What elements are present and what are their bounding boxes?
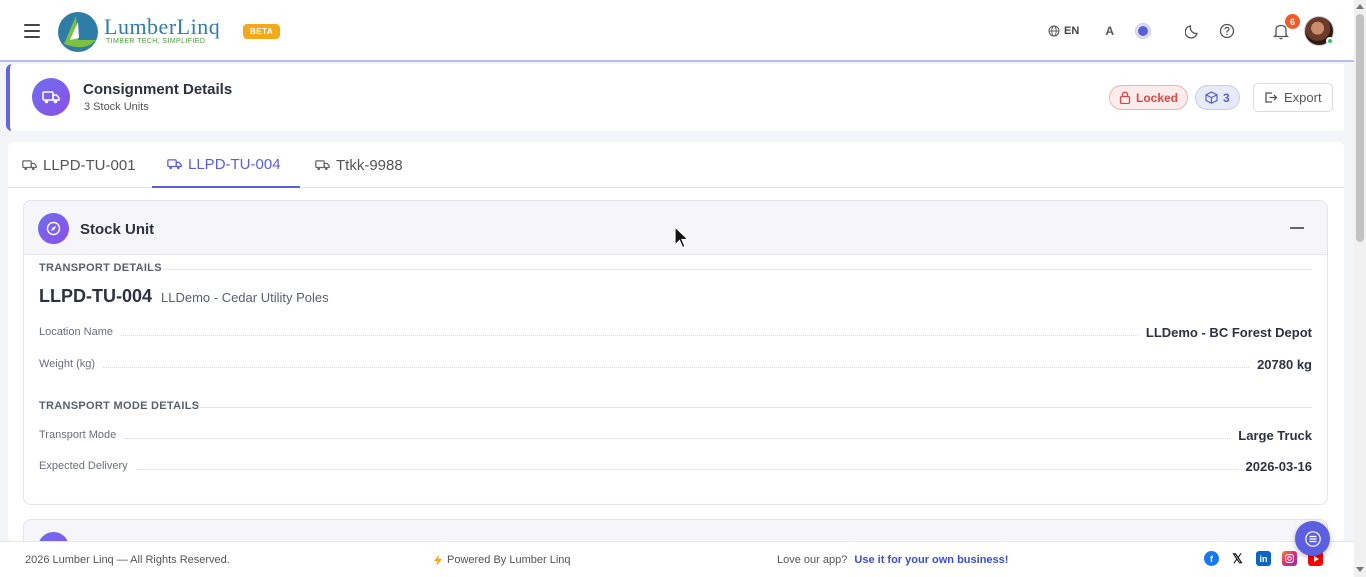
truck-icon bbox=[167, 159, 182, 170]
stock-units-panel: LLPD-TU-001 LLPD-TU-004 Ttkk-9988 Stock … bbox=[8, 142, 1344, 563]
transport-mode-label: Transport Mode bbox=[39, 429, 117, 441]
weight-value: 20780 kg bbox=[1257, 356, 1312, 372]
locked-badge: Locked bbox=[1109, 85, 1189, 110]
list-icon bbox=[1304, 530, 1321, 547]
dotted-leader bbox=[121, 334, 1138, 336]
page-title: Consignment Details bbox=[83, 81, 233, 98]
unit-name: LLDemo - Cedar Utility Poles bbox=[161, 290, 329, 305]
tab-label: LLPD-TU-001 bbox=[43, 156, 136, 174]
stock-unit-title: Stock Unit bbox=[80, 221, 155, 238]
transport-mode-row: Transport Mode Large Truck bbox=[39, 426, 1312, 444]
quick-menu-button[interactable] bbox=[1295, 521, 1330, 556]
font-size-button[interactable]: A bbox=[1105, 24, 1114, 38]
expected-delivery-row: Expected Delivery 2026-03-16 bbox=[39, 457, 1312, 475]
dotted-leader bbox=[124, 437, 1231, 439]
language-label: EN bbox=[1064, 25, 1080, 37]
help-button[interactable] bbox=[1218, 22, 1236, 40]
footer: 2026 Lumber Linq — All Rights Reserved. … bbox=[0, 541, 1354, 577]
tab-llpd-tu-004[interactable]: LLPD-TU-004 bbox=[152, 142, 300, 188]
dark-mode-button[interactable] bbox=[1184, 22, 1202, 40]
logo-mark-icon bbox=[58, 12, 98, 52]
expected-delivery-label: Expected Delivery bbox=[39, 460, 128, 472]
dotted-leader bbox=[103, 366, 1250, 368]
powered-label: Powered By Lumber Linq bbox=[447, 554, 571, 566]
x-twitter-icon[interactable]: 𝕏 bbox=[1230, 551, 1245, 566]
section-divider bbox=[198, 407, 1312, 408]
units-count: 3 bbox=[1223, 90, 1230, 105]
user-avatar[interactable] bbox=[1304, 16, 1334, 46]
consignment-header: Consignment Details 3 Stock Units Locked… bbox=[6, 64, 1344, 131]
box-icon bbox=[1205, 91, 1218, 104]
weight-label: Weight (kg) bbox=[39, 358, 96, 370]
globe-icon bbox=[1048, 25, 1060, 37]
dotted-leader bbox=[135, 468, 1238, 470]
location-value: LLDemo - BC Forest Depot bbox=[1145, 324, 1312, 340]
tab-label: Ttkk-9988 bbox=[336, 156, 403, 174]
promo-question: Love our app? bbox=[777, 554, 848, 566]
help-icon bbox=[1219, 23, 1235, 39]
scroll-thumb[interactable] bbox=[1356, 14, 1364, 242]
transport-mode-value: Large Truck bbox=[1238, 427, 1312, 443]
expected-delivery-value: 2026-03-16 bbox=[1245, 458, 1313, 474]
language-selector[interactable]: EN bbox=[1048, 25, 1079, 37]
export-button[interactable]: Export bbox=[1253, 83, 1333, 112]
export-icon bbox=[1265, 92, 1278, 103]
truck-icon bbox=[22, 160, 37, 171]
export-label: Export bbox=[1284, 90, 1322, 105]
unit-tabs: LLPD-TU-001 LLPD-TU-004 Ttkk-9988 bbox=[8, 142, 1344, 188]
menu-icon[interactable] bbox=[24, 24, 40, 38]
logo[interactable]: LumberLinq TIMBER TECH, SIMPLIFIED bbox=[56, 10, 231, 54]
tab-label: LLPD-TU-004 bbox=[188, 155, 281, 173]
weight-row: Weight (kg) 20780 kg bbox=[39, 355, 1312, 373]
unit-id: LLPD-TU-004 bbox=[39, 286, 153, 306]
facebook-icon[interactable]: f bbox=[1204, 551, 1219, 566]
promo-text: Love our app? Use it for your own busine… bbox=[777, 554, 1008, 566]
copyright-text: 2026 Lumber Linq — All Rights Reserved. bbox=[25, 554, 230, 566]
bolt-icon bbox=[434, 554, 442, 566]
notifications-button[interactable]: 6 bbox=[1272, 14, 1300, 40]
top-header: LumberLinq TIMBER TECH, SIMPLIFIED BETA … bbox=[0, 0, 1354, 62]
instagram-icon[interactable] bbox=[1282, 551, 1297, 566]
lock-icon bbox=[1119, 91, 1131, 104]
truck-icon bbox=[315, 160, 330, 171]
logo-tagline: TIMBER TECH, SIMPLIFIED bbox=[106, 38, 206, 45]
linkedin-icon[interactable]: in bbox=[1256, 551, 1271, 566]
location-row: Location Name LLDemo - BC Forest Depot bbox=[39, 323, 1312, 341]
collapse-icon[interactable] bbox=[1290, 227, 1304, 229]
section-divider bbox=[162, 269, 1312, 270]
powered-by: Powered By Lumber Linq bbox=[434, 554, 571, 566]
scroll-up-arrow[interactable] bbox=[1356, 4, 1364, 9]
tab-ttkk-9988[interactable]: Ttkk-9988 bbox=[315, 142, 403, 188]
logo-text: LumberLinq bbox=[104, 14, 221, 39]
compass-icon bbox=[38, 213, 69, 244]
location-label: Location Name bbox=[39, 326, 113, 338]
promo-link[interactable]: Use it for your own business! bbox=[854, 554, 1008, 566]
page-subtitle: 3 Stock Units bbox=[84, 101, 149, 113]
units-count-badge: 3 bbox=[1195, 85, 1240, 110]
beta-badge: BETA bbox=[243, 24, 281, 39]
transport-mode-heading: TRANSPORT MODE DETAILS bbox=[39, 400, 200, 412]
notification-count-badge: 6 bbox=[1285, 14, 1300, 29]
tab-llpd-tu-001[interactable]: LLPD-TU-001 bbox=[22, 142, 136, 188]
scroll-down-arrow[interactable] bbox=[1356, 567, 1364, 572]
page-scrollbar[interactable] bbox=[1354, 0, 1366, 577]
theme-color-toggle[interactable] bbox=[1136, 24, 1150, 38]
truck-icon bbox=[32, 78, 70, 116]
moon-icon bbox=[1185, 25, 1198, 39]
online-status-dot bbox=[1326, 37, 1334, 45]
locked-label: Locked bbox=[1136, 90, 1179, 105]
mouse-cursor-icon bbox=[674, 226, 690, 249]
transport-details-heading: TRANSPORT DETAILS bbox=[39, 262, 162, 274]
